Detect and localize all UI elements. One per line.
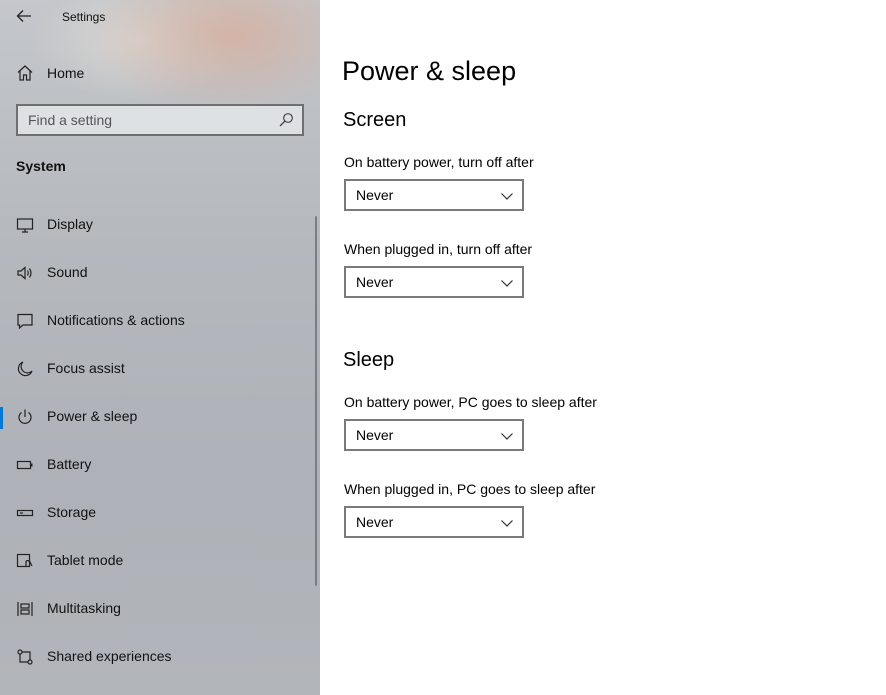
sleep-plugged-label: When plugged in, PC goes to sleep after	[344, 481, 596, 497]
dropdown-value: Never	[356, 514, 394, 530]
sidebar-item-sound[interactable]: Sound	[0, 253, 316, 293]
sidebar-item-label: Home	[47, 65, 85, 81]
sidebar-item-label: Power & sleep	[47, 408, 138, 424]
sidebar-item-label: Display	[47, 216, 93, 232]
screen-battery-dropdown[interactable]: Never	[344, 179, 524, 211]
search-icon[interactable]	[278, 112, 294, 128]
sidebar-item-tablet-mode[interactable]: Tablet mode	[0, 541, 316, 581]
app-title: Settings	[62, 10, 106, 24]
sidebar-item-power-sleep[interactable]: Power & sleep	[0, 397, 316, 437]
sidebar-item-notifications[interactable]: Notifications & actions	[0, 301, 316, 341]
speaker-icon	[15, 263, 35, 283]
sidebar-scrollbar[interactable]	[315, 216, 317, 586]
screen-plugged-label: When plugged in, turn off after	[344, 241, 533, 257]
screen-battery-label: On battery power, turn off after	[344, 154, 534, 170]
search-box[interactable]	[16, 104, 304, 136]
storage-icon	[15, 503, 35, 523]
sidebar-item-focus-assist[interactable]: Focus assist	[0, 349, 316, 389]
tablet-mode-icon	[15, 551, 35, 571]
sidebar-item-label: Notifications & actions	[47, 312, 185, 328]
sidebar: Settings Home System Display Sound	[0, 0, 320, 695]
dropdown-value: Never	[356, 274, 394, 290]
sidebar-item-shared-experiences[interactable]: Shared experiences	[0, 637, 316, 677]
selected-indicator	[0, 407, 3, 429]
dropdown-value: Never	[356, 427, 394, 443]
sidebar-item-label: Storage	[47, 504, 97, 520]
chevron-down-icon	[501, 280, 513, 287]
sidebar-item-label: Sound	[47, 264, 88, 280]
display-icon	[15, 215, 35, 235]
back-button[interactable]	[8, 2, 40, 30]
search-input[interactable]	[18, 106, 268, 134]
shared-experiences-icon	[15, 647, 35, 667]
back-arrow-icon	[16, 10, 31, 22]
sidebar-item-storage[interactable]: Storage	[0, 493, 316, 533]
sidebar-item-multitasking[interactable]: Multitasking	[0, 589, 316, 629]
home-icon	[15, 63, 35, 83]
section-label: System	[16, 158, 66, 174]
sleep-battery-dropdown[interactable]: Never	[344, 419, 524, 451]
power-icon	[15, 407, 35, 427]
sidebar-item-label: Multitasking	[47, 600, 121, 616]
screen-section-title: Screen	[343, 109, 407, 131]
sidebar-item-home[interactable]: Home	[0, 56, 320, 90]
main-content: Power & sleep Screen On battery power, t…	[320, 0, 886, 695]
screen-plugged-dropdown[interactable]: Never	[344, 266, 524, 298]
sidebar-item-label: Shared experiences	[47, 648, 172, 664]
multitasking-icon	[15, 599, 35, 619]
sidebar-item-label: Battery	[47, 456, 92, 472]
chevron-down-icon	[501, 193, 513, 200]
chevron-down-icon	[501, 520, 513, 527]
sidebar-item-label: Tablet mode	[47, 552, 124, 568]
notification-icon	[15, 311, 35, 331]
sidebar-item-label: Focus assist	[47, 360, 125, 376]
moon-icon	[15, 359, 35, 379]
page-title: Power & sleep	[342, 56, 517, 86]
battery-icon	[15, 455, 35, 475]
dropdown-value: Never	[356, 187, 394, 203]
chevron-down-icon	[501, 433, 513, 440]
sidebar-item-display[interactable]: Display	[0, 205, 316, 245]
sidebar-item-battery[interactable]: Battery	[0, 445, 316, 485]
title-bar: Settings	[0, 0, 320, 34]
sleep-plugged-dropdown[interactable]: Never	[344, 506, 524, 538]
sleep-battery-label: On battery power, PC goes to sleep after	[344, 394, 597, 410]
sleep-section-title: Sleep	[343, 349, 395, 371]
